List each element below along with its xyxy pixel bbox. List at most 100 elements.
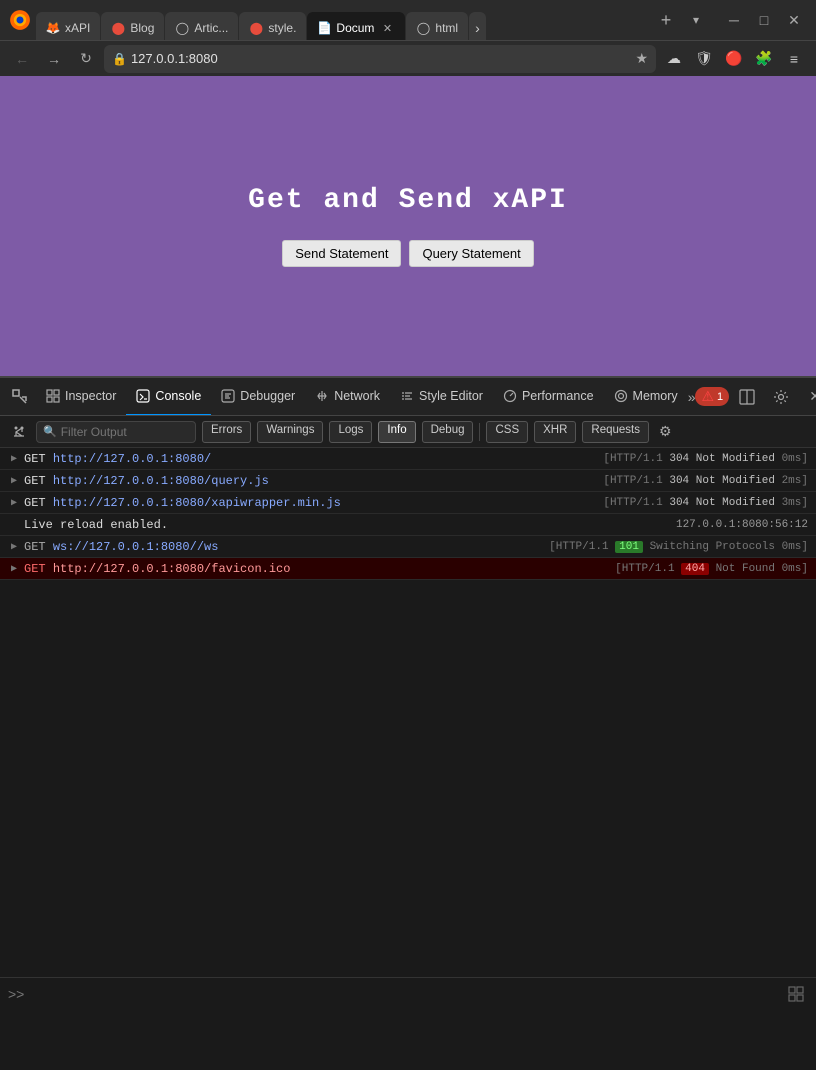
filter-input-wrap[interactable]: 🔍 — [36, 421, 196, 443]
filter-input[interactable] — [61, 425, 189, 439]
tab-network-label: Network — [334, 389, 380, 403]
console-log[interactable]: ▶ GET http://127.0.0.1:8080/ [HTTP/1.1 3… — [0, 448, 816, 977]
console-icon — [136, 389, 150, 403]
browser-tab-style[interactable]: ⬤ style. — [239, 12, 306, 40]
tab-debugger[interactable]: Debugger — [211, 378, 305, 416]
title-bar: 🦊 xAPI ⬤ Blog ◯ Artic... ⬤ style. 📄 Docu… — [0, 0, 816, 40]
tab-memory[interactable]: Memory — [604, 378, 688, 416]
filter-separator — [479, 423, 480, 441]
status-code: 304 Not Modified — [669, 497, 775, 509]
vpn-icon[interactable]: 🔴 — [720, 45, 748, 73]
inspector-icon — [46, 389, 60, 403]
log-row[interactable]: ▶ GET http://127.0.0.1:8080/ [HTTP/1.1 3… — [0, 448, 816, 470]
browser-tab-blog[interactable]: ⬤ Blog — [101, 12, 164, 40]
query-statement-button[interactable]: Query Statement — [409, 240, 533, 267]
network-icon — [315, 389, 329, 403]
reload-button[interactable]: ↻ — [72, 45, 100, 73]
tab-performance-label: Performance — [522, 389, 594, 403]
devtools-settings[interactable] — [765, 381, 797, 413]
log-row-error[interactable]: ▶ GET http://127.0.0.1:8080/favicon.ico … — [0, 558, 816, 580]
minimize-button[interactable]: ─ — [720, 6, 748, 34]
console-clear-button[interactable] — [8, 421, 30, 443]
console-input-row: >> — [0, 977, 816, 1010]
tab-label-docum: Docum — [336, 21, 374, 35]
new-tab-button[interactable]: + — [652, 6, 680, 34]
filter-debug-button[interactable]: Debug — [422, 421, 474, 443]
devtools-pick-element[interactable] — [4, 381, 36, 413]
tab-favicon-blog: ⬤ — [111, 21, 125, 35]
status-code-101: 101 — [615, 541, 643, 553]
button-group: Send Statement Query Statement — [282, 240, 534, 267]
filter-logs-button[interactable]: Logs — [329, 421, 372, 443]
tab-debugger-label: Debugger — [240, 389, 295, 403]
close-devtools-icon: ✕ — [809, 388, 816, 405]
log-meta: [HTTP/1.1 304 Not Modified 0ms] — [603, 453, 808, 465]
tab-console[interactable]: Console — [126, 378, 211, 416]
browser-tab-xapi[interactable]: 🦊 xAPI — [36, 12, 100, 40]
error-count: 1 — [717, 391, 723, 403]
filter-xhr-button[interactable]: XHR — [534, 421, 576, 443]
tab-favicon-docum: 📄 — [317, 21, 331, 35]
browser-chrome: 🦊 xAPI ⬤ Blog ◯ Artic... ⬤ style. 📄 Docu… — [0, 0, 816, 76]
nav-bar: ← → ↻ 🔒 127.0.0.1:8080 ★ ☁ 🛡 🔴 🧩 ≡ — [0, 40, 816, 76]
log-meta-error: [HTTP/1.1 404 Not Found 0ms] — [615, 563, 808, 575]
browser-tab-artic[interactable]: ◯ Artic... — [165, 12, 238, 40]
filter-warnings-button[interactable]: Warnings — [257, 421, 323, 443]
log-expand-icon[interactable]: ▶ — [8, 453, 20, 465]
address-bar[interactable]: 🔒 127.0.0.1:8080 ★ — [104, 45, 656, 73]
devtools-more-tabs[interactable]: » — [688, 383, 696, 411]
console-input[interactable] — [28, 987, 780, 1002]
devtools-split-view[interactable] — [731, 381, 763, 413]
maximize-button[interactable]: □ — [750, 6, 778, 34]
console-print-button[interactable] — [784, 982, 808, 1006]
tab-inspector[interactable]: Inspector — [36, 378, 126, 416]
nav-icons: ☁ 🛡 🔴 🧩 ≡ — [660, 45, 808, 73]
log-url: http://127.0.0.1:8080/query.js — [53, 474, 269, 488]
log-row[interactable]: ▶ GET http://127.0.0.1:8080/query.js [HT… — [0, 470, 816, 492]
log-row[interactable]: ▶ Live reload enabled. 127.0.0.1:8080:56… — [0, 514, 816, 536]
tab-favicon-style: ⬤ — [249, 21, 263, 35]
filter-errors-button[interactable]: Errors — [202, 421, 251, 443]
log-addr: 127.0.0.1:8080:56:12 — [676, 519, 808, 531]
tab-network[interactable]: Network — [305, 378, 390, 416]
back-button[interactable]: ← — [8, 45, 36, 73]
filter-requests-button[interactable]: Requests — [582, 421, 649, 443]
tab-performance[interactable]: Performance — [493, 378, 604, 416]
log-row[interactable]: ▶ GET http://127.0.0.1:8080/xapiwrapper.… — [0, 492, 816, 514]
log-meta: [HTTP/1.1 304 Not Modified 3ms] — [603, 497, 808, 509]
devtools-right-controls: ⚠ 1 ✕ — [695, 381, 816, 413]
tab-style-editor[interactable]: Style Editor — [390, 378, 493, 416]
tab-style-editor-label: Style Editor — [419, 389, 483, 403]
filter-info-button[interactable]: Info — [378, 421, 415, 443]
log-row[interactable]: ▶ GET ws://127.0.0.1:8080//ws [HTTP/1.1 … — [0, 536, 816, 558]
log-url: ws://127.0.0.1:8080//ws — [53, 540, 219, 554]
console-filter-bar: 🔍 Errors Warnings Logs Info Debug CSS XH… — [0, 416, 816, 448]
tab-label-html: html — [435, 21, 458, 35]
tab-close-docum[interactable]: ✕ — [379, 20, 395, 36]
extensions-icon[interactable]: 🧩 — [750, 45, 778, 73]
bitwarden-icon[interactable]: 🛡 — [690, 45, 718, 73]
log-text-reload: Live reload enabled. — [24, 518, 672, 532]
close-window-button[interactable]: ✕ — [780, 6, 808, 34]
devtools-close[interactable]: ✕ — [799, 381, 816, 413]
tab-console-label: Console — [155, 389, 201, 403]
status-code: 304 Not Modified — [669, 475, 775, 487]
log-expand-icon[interactable]: ▶ — [8, 475, 20, 487]
menu-icon[interactable]: ≡ — [780, 45, 808, 73]
browser-tab-docum[interactable]: 📄 Docum ✕ — [307, 12, 405, 40]
bookmark-icon[interactable]: ★ — [635, 50, 648, 67]
console-settings-gear[interactable]: ⚙ — [655, 423, 676, 440]
log-expand-icon[interactable]: ▶ — [8, 497, 20, 509]
filter-css-button[interactable]: CSS — [486, 421, 528, 443]
error-dot-icon: ⚠ — [701, 388, 714, 405]
main-content: Get and Send xAPI Send Statement Query S… — [0, 76, 816, 376]
browser-tab-html[interactable]: ◯ html — [406, 12, 468, 40]
log-expand-icon[interactable]: ▶ — [8, 541, 20, 553]
log-expand-icon[interactable]: ▶ — [8, 563, 20, 575]
browser-tab-overflow[interactable]: › — [469, 12, 486, 40]
tab-list-button[interactable]: ▾ — [684, 8, 708, 32]
error-badge[interactable]: ⚠ 1 — [695, 387, 729, 406]
forward-button[interactable]: → — [40, 45, 68, 73]
pocket-icon[interactable]: ☁ — [660, 45, 688, 73]
send-statement-button[interactable]: Send Statement — [282, 240, 401, 267]
